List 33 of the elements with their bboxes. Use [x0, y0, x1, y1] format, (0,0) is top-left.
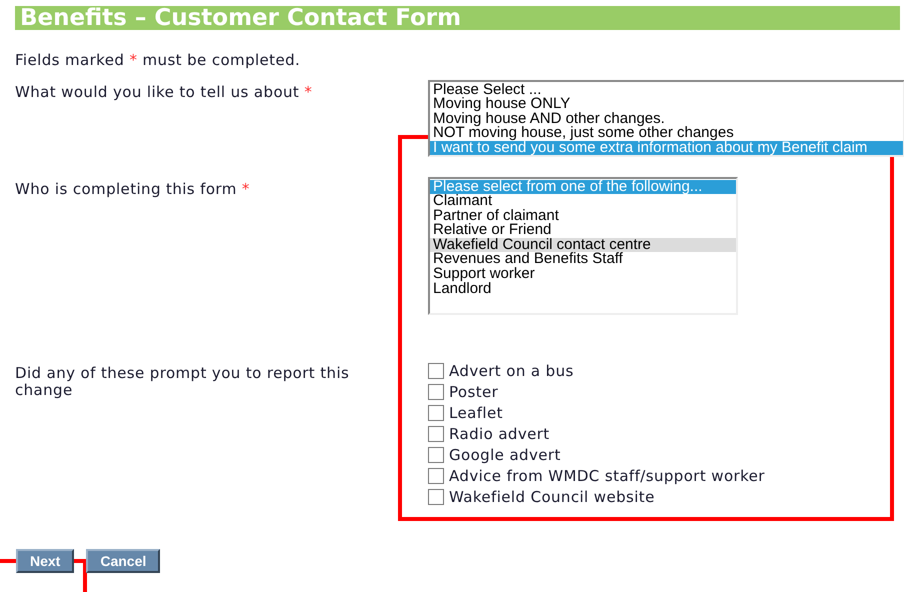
field-label: Did any of these prompt you to report this change	[15, 364, 350, 398]
page-title: Benefits – Customer Contact Form	[15, 6, 900, 30]
checkbox-label[interactable]: Advert on a bus	[449, 362, 574, 378]
checkbox[interactable]	[428, 362, 444, 378]
checkbox[interactable]	[428, 384, 444, 400]
checkbox-label[interactable]: Poster	[449, 384, 498, 400]
cancel-button[interactable]: Cancel	[86, 548, 160, 572]
next-button[interactable]: Next	[16, 548, 74, 572]
list-option[interactable]: Wakefield Council contact centre	[430, 238, 736, 252]
list-box[interactable]: Please select from one of the following... Claimant Partner of claimant Relative or Friend Wakefield Council contact centre Revenues and Benefits Staff Support worker Landlord	[428, 176, 738, 314]
list-option[interactable]: NOT moving house, just some other changes	[430, 126, 903, 141]
field-label: What would you like to tell us about *	[15, 84, 314, 100]
list-option[interactable]: Partner of claimant	[430, 208, 736, 224]
checkbox-label[interactable]: Leaflet	[449, 404, 503, 420]
checkbox[interactable]	[428, 488, 444, 504]
list-option[interactable]: Moving house AND other changes.	[430, 112, 903, 126]
checkbox[interactable]	[428, 404, 444, 420]
checkbox-label[interactable]: Radio advert	[449, 426, 550, 442]
instruction-text: Fields marked * must be completed.	[15, 50, 302, 71]
field-label: Who is completing this form *	[15, 180, 251, 198]
list-option[interactable]: Please Select ...	[430, 82, 903, 98]
checkbox-label[interactable]: Google advert	[449, 446, 561, 462]
checkbox[interactable]	[428, 446, 444, 462]
list-option[interactable]: Moving house ONLY	[430, 97, 903, 112]
checkbox[interactable]	[428, 468, 444, 484]
list-option[interactable]: Support worker	[430, 267, 736, 282]
list-option[interactable]: Revenues and Benefits Staff	[430, 252, 736, 268]
checkbox-label[interactable]: Wakefield Council website	[449, 488, 655, 504]
list-option[interactable]: Relative or Friend	[430, 223, 736, 238]
list-option[interactable]: Claimant	[430, 194, 736, 209]
list-option[interactable]: Landlord	[430, 282, 736, 296]
checkbox[interactable]	[428, 426, 444, 442]
checkbox-label[interactable]: Advice from WMDC staff/support worker	[449, 468, 765, 484]
